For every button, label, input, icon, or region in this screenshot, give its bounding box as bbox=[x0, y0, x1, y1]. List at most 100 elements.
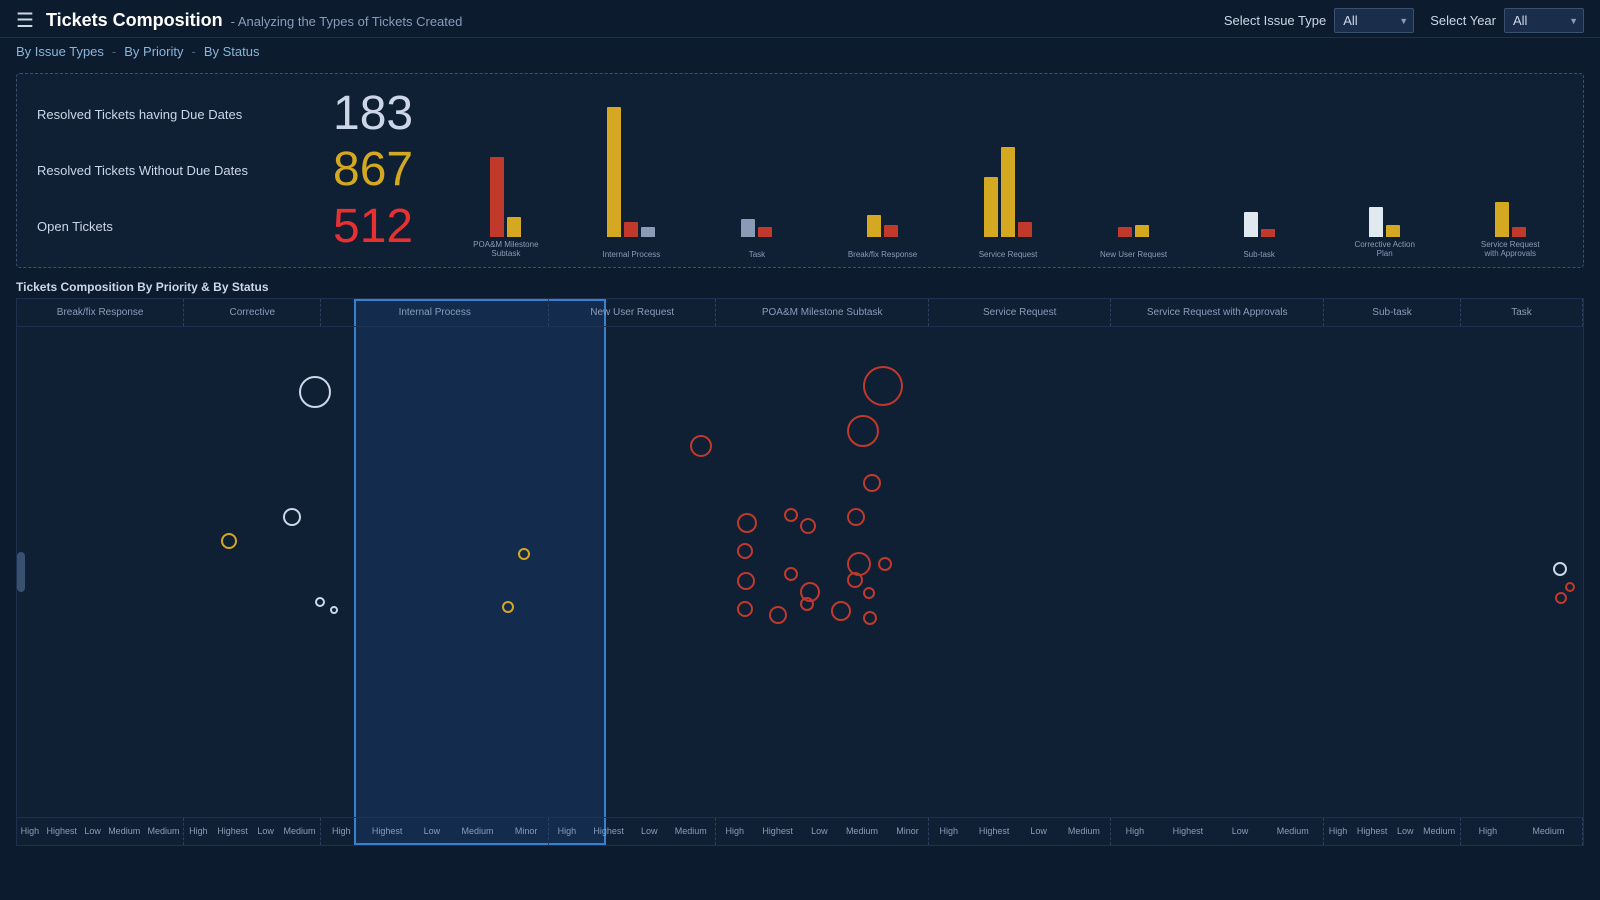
axis-subtask: High Highest Low Medium bbox=[1324, 818, 1461, 845]
bar-breakfix-red bbox=[884, 225, 898, 237]
axis-label: Medium bbox=[1277, 827, 1309, 837]
axis-label: Medium bbox=[1423, 827, 1455, 837]
year-select[interactable]: All bbox=[1504, 8, 1584, 33]
col-header-corrective: Corrective bbox=[184, 299, 321, 326]
header-left: ☰ Tickets Composition - Analyzing the Ty… bbox=[16, 8, 462, 33]
col-header-newuser: New User Request bbox=[549, 299, 716, 326]
axis-breakfix: High Highest Low Medium Medium bbox=[17, 818, 184, 845]
bar-group-breakfix: Break/fix Response bbox=[820, 84, 946, 237]
bubble-24 bbox=[863, 611, 877, 625]
axis-label: Highest bbox=[593, 827, 624, 837]
bar-task-red bbox=[758, 227, 772, 237]
bubble-chart: Break/fix Response Corrective Internal P… bbox=[16, 298, 1584, 846]
axis-label: High bbox=[1126, 827, 1145, 837]
summary-section: Resolved Tickets having Due Dates 183 Re… bbox=[16, 73, 1584, 268]
bar-newuser-red bbox=[1118, 227, 1132, 237]
axis-label: Low bbox=[424, 827, 441, 837]
stat-resolved-nodue: Resolved Tickets Without Due Dates 867 bbox=[37, 146, 413, 194]
stat-open: Open Tickets 512 bbox=[37, 203, 413, 251]
tab-issue-types[interactable]: By Issue Types bbox=[16, 42, 104, 61]
issue-type-select-wrapper[interactable]: All bbox=[1334, 8, 1414, 33]
axis-label: Medium bbox=[462, 827, 494, 837]
nav-tabs: By Issue Types - By Priority - By Status bbox=[0, 38, 1600, 65]
axis-task: High Medium bbox=[1461, 818, 1583, 845]
bar-corrective-gold bbox=[1386, 225, 1400, 237]
col-header-sra: Service Request with Approvals bbox=[1111, 299, 1324, 326]
bubble-18 bbox=[847, 572, 863, 588]
axis-newuser: High Highest Low Medium bbox=[549, 818, 716, 845]
bubble-5 bbox=[863, 474, 881, 492]
axis-label: Medium bbox=[283, 827, 315, 837]
bar-label-sra: Service Requestwith Approvals bbox=[1470, 240, 1550, 259]
header-title: Tickets Composition - Analyzing the Type… bbox=[46, 10, 462, 31]
bubble-11 bbox=[847, 508, 865, 526]
menu-icon[interactable]: ☰ bbox=[16, 8, 34, 33]
bubble-9 bbox=[784, 508, 798, 522]
axis-label: Low bbox=[1232, 827, 1249, 837]
bubble-8 bbox=[737, 513, 757, 533]
axis-label: Highest bbox=[372, 827, 403, 837]
bar-internal-red bbox=[624, 222, 638, 237]
tab-status[interactable]: By Status bbox=[204, 42, 260, 61]
bubble-16 bbox=[784, 567, 798, 581]
header-right: Select Issue Type All Select Year All bbox=[1224, 8, 1584, 33]
page-subtitle: - Analyzing the Types of Tickets Created bbox=[231, 14, 463, 29]
bubble-14 bbox=[878, 557, 892, 571]
axis-label: High bbox=[726, 827, 745, 837]
issue-type-label: Select Issue Type bbox=[1224, 13, 1326, 28]
year-label: Select Year bbox=[1430, 13, 1496, 28]
bubble-26 bbox=[1565, 582, 1575, 592]
stat-resolved-due-label: Resolved Tickets having Due Dates bbox=[37, 107, 317, 122]
bubble-6 bbox=[283, 508, 301, 526]
bubble-7 bbox=[221, 533, 237, 549]
axis-label: Minor bbox=[515, 827, 538, 837]
bottom-section: Tickets Composition By Priority & By Sta… bbox=[16, 276, 1584, 846]
bar-label-subtask: Sub-task bbox=[1219, 250, 1299, 259]
bubble-27 bbox=[1555, 592, 1567, 604]
bubble-1 bbox=[299, 376, 331, 408]
axis-label: Low bbox=[641, 827, 658, 837]
bubble-25 bbox=[1553, 562, 1567, 576]
col-header-subtask: Sub-task bbox=[1324, 299, 1461, 326]
col-header-breakfix: Break/fix Response bbox=[17, 299, 184, 326]
bar-service-gold2 bbox=[1001, 147, 1015, 237]
stat-open-value: 512 bbox=[333, 203, 413, 251]
bar-label-newuser: New User Request bbox=[1094, 250, 1174, 259]
bar-group-corrective: Corrective ActionPlan bbox=[1322, 84, 1448, 237]
year-select-wrapper[interactable]: All bbox=[1504, 8, 1584, 33]
bubble-chart-header: Break/fix Response Corrective Internal P… bbox=[17, 299, 1583, 327]
axis-label: High bbox=[189, 827, 208, 837]
axis-label: Medium bbox=[148, 827, 180, 837]
bar-group-service: Service Request bbox=[945, 84, 1071, 237]
bar-label-breakfix: Break/fix Response bbox=[843, 250, 923, 259]
bar-chart: POA&M MilestoneSubtask Internal Process … bbox=[433, 74, 1583, 267]
bubble-21 bbox=[769, 606, 787, 624]
bubble-chart-body bbox=[17, 327, 1583, 817]
axis-label: Highest bbox=[762, 827, 793, 837]
bar-service-gold1 bbox=[984, 177, 998, 237]
tab-priority[interactable]: By Priority bbox=[124, 42, 183, 61]
axis-label: Low bbox=[257, 827, 274, 837]
stat-resolved-due-value: 183 bbox=[333, 90, 413, 138]
axis-poam: High Highest Low Medium Minor bbox=[716, 818, 929, 845]
stat-resolved-due: Resolved Tickets having Due Dates 183 bbox=[37, 90, 413, 138]
axis-label: Minor bbox=[896, 827, 919, 837]
axis-bottom: High Highest Low Medium Medium High High… bbox=[17, 817, 1583, 845]
bubble-20 bbox=[737, 601, 753, 617]
bar-corrective-white bbox=[1369, 207, 1383, 237]
bubble-23 bbox=[831, 601, 851, 621]
bubble-31 bbox=[518, 548, 530, 560]
axis-label: High bbox=[332, 827, 351, 837]
axis-label: Highest bbox=[217, 827, 248, 837]
axis-label: High bbox=[558, 827, 577, 837]
axis-internal: High Highest Low Medium Minor bbox=[321, 818, 549, 845]
axis-label: Low bbox=[1030, 827, 1047, 837]
bubble-3 bbox=[847, 415, 879, 447]
axis-label: Medium bbox=[1068, 827, 1100, 837]
axis-sra: High Highest Low Medium bbox=[1111, 818, 1324, 845]
bar-label-internal: Internal Process bbox=[591, 250, 671, 259]
bar-sra-gold bbox=[1495, 202, 1509, 237]
bar-label-corrective: Corrective ActionPlan bbox=[1345, 240, 1425, 259]
bar-internal-gray bbox=[641, 227, 655, 237]
issue-type-select[interactable]: All bbox=[1334, 8, 1414, 33]
